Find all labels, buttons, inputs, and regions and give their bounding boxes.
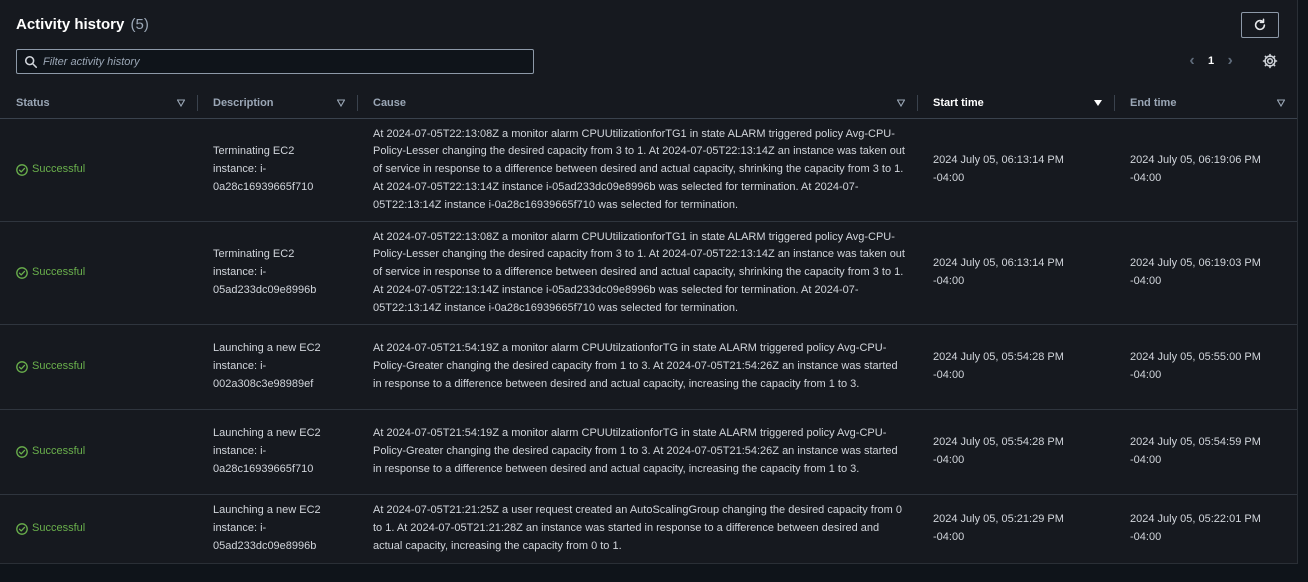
column-divider[interactable]: [197, 95, 198, 111]
table-row: Successful Launching a new EC2 instance:…: [0, 410, 1297, 495]
status-cell: Successful: [16, 119, 85, 221]
sort-caret-icon[interactable]: [897, 99, 905, 107]
description-text: Launching a new EC2 instance: i-0a28c169…: [213, 427, 321, 475]
column-label-cause: Cause: [373, 97, 407, 109]
column-divider[interactable]: [917, 95, 918, 111]
item-count: (5): [130, 16, 149, 33]
sort-caret-icon[interactable]: [337, 99, 345, 107]
table-row: Successful Terminating EC2 instance: i-0…: [0, 119, 1297, 222]
start-time-text: 2024 July 05, 05:54:28 PM -04:00: [933, 351, 1064, 381]
description-text: Terminating EC2 instance: i-0a28c1693966…: [213, 145, 314, 193]
description-text: Launching a new EC2 instance: i-002a308c…: [213, 342, 321, 390]
status-text: Successful: [32, 360, 86, 373]
search-box: [16, 49, 534, 74]
cause-text: At 2024-07-05T22:13:08Z a monitor alarm …: [373, 127, 905, 211]
table-row: Successful Launching a new EC2 instance:…: [0, 325, 1297, 410]
status-text: Successful: [32, 163, 86, 176]
next-page-icon[interactable]: ›: [1224, 52, 1236, 70]
search-icon: [24, 55, 38, 69]
status-text: Successful: [32, 522, 86, 535]
description-text: Terminating EC2 instance: i-05ad233dc09e…: [213, 248, 317, 296]
cause-text: At 2024-07-05T21:21:25Z a user request c…: [373, 504, 902, 552]
status-cell: Successful: [16, 222, 85, 324]
column-header-description[interactable]: Description: [213, 88, 274, 118]
status-cell: Successful: [16, 495, 85, 563]
prev-page-icon[interactable]: ‹: [1186, 52, 1198, 70]
sort-caret-icon[interactable]: [1277, 99, 1285, 107]
column-header-start-time[interactable]: Start time: [933, 88, 984, 118]
cause-text: At 2024-07-05T22:13:08Z a monitor alarm …: [373, 230, 905, 314]
success-check-icon: [16, 267, 28, 279]
sort-caret-icon[interactable]: [177, 99, 185, 107]
status-badge: Successful: [16, 161, 85, 179]
current-page-number[interactable]: 1: [1208, 55, 1214, 67]
gear-icon: [1262, 53, 1278, 69]
column-divider[interactable]: [1114, 95, 1115, 111]
page-edge: [1298, 0, 1308, 582]
status-badge: Successful: [16, 520, 85, 538]
end-time-text: 2024 July 05, 05:54:59 PM -04:00: [1130, 436, 1261, 466]
status-text: Successful: [32, 266, 86, 279]
cause-text: At 2024-07-05T21:54:19Z a monitor alarm …: [373, 427, 898, 475]
end-time-text: 2024 July 05, 06:19:03 PM -04:00: [1130, 257, 1261, 287]
status-cell: Successful: [16, 325, 85, 409]
status-badge: Successful: [16, 264, 85, 282]
description-text: Launching a new EC2 instance: i-05ad233d…: [213, 504, 321, 552]
success-check-icon: [16, 361, 28, 373]
column-label-status: Status: [16, 97, 50, 109]
table-header: Status Description Cause Start time End …: [0, 88, 1297, 119]
success-check-icon: [16, 523, 28, 535]
title-text: Activity history: [16, 16, 125, 33]
column-header-cause[interactable]: Cause: [373, 88, 406, 118]
start-time-text: 2024 July 05, 05:54:28 PM -04:00: [933, 436, 1064, 466]
end-time-text: 2024 July 05, 05:22:01 PM -04:00: [1130, 513, 1261, 543]
success-check-icon: [16, 446, 28, 458]
column-label-start-time: Start time: [933, 97, 984, 109]
search-input[interactable]: [43, 55, 523, 68]
success-check-icon: [16, 164, 28, 176]
activity-history-panel: Activity history (5) ‹ 1 › Status: [0, 0, 1298, 564]
column-label-description: Description: [213, 97, 274, 109]
column-label-end-time: End time: [1130, 97, 1177, 109]
refresh-icon: [1254, 18, 1266, 31]
status-badge: Successful: [16, 443, 85, 461]
sort-descending-icon[interactable]: [1094, 99, 1102, 107]
status-text: Successful: [32, 445, 86, 458]
end-time-text: 2024 July 05, 06:19:06 PM -04:00: [1130, 154, 1261, 184]
page-title: Activity history (5): [16, 16, 149, 33]
column-header-status[interactable]: Status: [16, 88, 50, 118]
refresh-button[interactable]: [1241, 12, 1279, 38]
cause-text: At 2024-07-05T21:54:19Z a monitor alarm …: [373, 342, 898, 390]
table-row: Successful Launching a new EC2 instance:…: [0, 495, 1297, 563]
column-header-end-time[interactable]: End time: [1130, 88, 1176, 118]
start-time-text: 2024 July 05, 06:13:14 PM -04:00: [933, 154, 1064, 184]
status-cell: Successful: [16, 410, 85, 494]
start-time-text: 2024 July 05, 06:13:14 PM -04:00: [933, 257, 1064, 287]
table-row: Successful Terminating EC2 instance: i-0…: [0, 222, 1297, 325]
pagination: ‹ 1 ›: [1186, 52, 1236, 70]
settings-button[interactable]: [1262, 53, 1278, 69]
status-badge: Successful: [16, 358, 85, 376]
end-time-text: 2024 July 05, 05:55:00 PM -04:00: [1130, 351, 1261, 381]
start-time-text: 2024 July 05, 05:21:29 PM -04:00: [933, 513, 1064, 543]
column-divider[interactable]: [357, 95, 358, 111]
